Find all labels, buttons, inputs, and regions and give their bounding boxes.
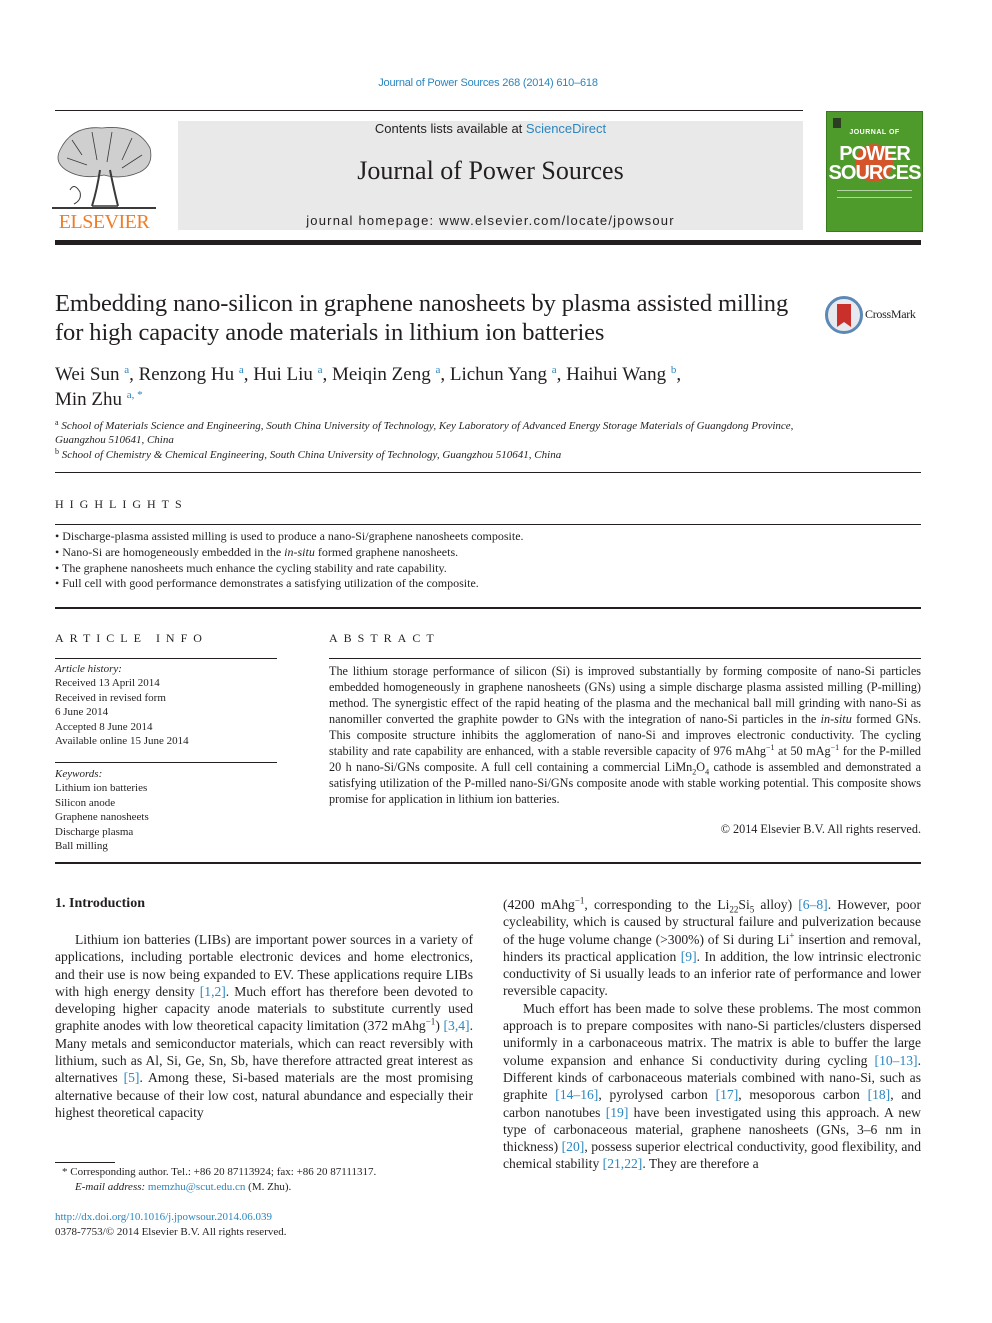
keywords-label: Keywords: <box>55 768 103 780</box>
paragraph: (4200 mAhg−1, corresponding to the Li22S… <box>503 895 922 999</box>
body-column-left: Lithium ion batteries (LIBs) are importa… <box>55 931 473 1121</box>
article-info-heading: ARTICLE INFO <box>55 631 208 645</box>
affiliation-b: b School of Chemistry & Chemical Enginee… <box>55 447 562 461</box>
keyword[interactable]: Discharge plasma <box>55 825 277 839</box>
cover-title-line2: SOURCES <box>828 162 922 184</box>
journal-cover[interactable]: JOURNAL OF POWER SOURCES <box>826 111 923 232</box>
author[interactable]: Lichun Yang a <box>450 364 557 385</box>
keyword[interactable]: Lithium ion batteries <box>55 781 277 795</box>
section-heading-introduction: 1. Introduction <box>55 896 145 911</box>
elsevier-wordmark: ELSEVIER <box>58 211 150 233</box>
abstract-text: The lithium storage performance of silic… <box>329 664 921 806</box>
journal-reference[interactable]: Journal of Power Sources 268 (2014) 610–… <box>0 77 976 89</box>
crossmark-badge[interactable]: CrossMark <box>825 295 925 335</box>
citation-link[interactable]: [19] <box>606 1105 629 1120</box>
journal-name: Journal of Power Sources <box>357 156 624 185</box>
citation-link[interactable]: [6–8] <box>798 897 827 912</box>
elsevier-tree-icon <box>52 127 156 209</box>
cover-title-line1: POWER <box>839 143 911 165</box>
journal-homepage[interactable]: journal homepage: www.elsevier.com/locat… <box>178 213 803 228</box>
author[interactable]: Wei Sun a <box>55 364 129 385</box>
author[interactable]: Haihui Wang b <box>566 364 676 385</box>
citation-link[interactable]: [21,22] <box>603 1156 643 1171</box>
history-entry: Received 13 April 2014 <box>55 677 160 690</box>
citation-link[interactable]: [10–13] <box>875 1053 918 1068</box>
keyword[interactable]: Silicon anode <box>55 796 277 810</box>
divider <box>55 658 277 659</box>
keyword[interactable]: Ball milling <box>55 839 277 853</box>
highlight-item: • Full cell with good performance demons… <box>55 576 479 591</box>
issn-line: 0378-7753/© 2014 Elsevier B.V. All right… <box>55 1226 287 1238</box>
article-title: Embedding nano-silicon in graphene nanos… <box>55 290 789 346</box>
header-top-rule <box>55 110 803 111</box>
header-bottom-rule <box>55 240 921 245</box>
crossmark-icon <box>825 296 863 334</box>
cover-emblem-icon <box>833 118 841 128</box>
body-column-right: (4200 mAhg−1, corresponding to the Li22S… <box>503 896 921 1173</box>
citation-link[interactable]: [18] <box>868 1087 891 1102</box>
divider <box>55 524 921 525</box>
citation-link[interactable]: [5] <box>124 1070 140 1085</box>
doi-block: http://dx.doi.org/10.1016/j.jpowsour.201… <box>55 1210 475 1240</box>
divider <box>55 762 277 763</box>
highlights-heading: HIGHLIGHTS <box>55 497 188 511</box>
cover-subtitle-lines <box>837 190 912 198</box>
history-entry: 6 June 2014 <box>55 706 109 719</box>
citation-link[interactable]: [20] <box>562 1139 585 1154</box>
keywords: Keywords: Lithium ion batteries Silicon … <box>55 767 277 853</box>
highlights-list: • Discharge-plasma assisted milling is u… <box>55 529 915 592</box>
article-history: Article history: Received 13 April 2014 … <box>55 662 277 748</box>
divider <box>329 658 921 659</box>
citation-link[interactable]: [14–16] <box>555 1087 598 1102</box>
highlight-item: • Discharge-plasma assisted milling is u… <box>55 529 524 543</box>
doi-link[interactable]: http://dx.doi.org/10.1016/j.jpowsour.201… <box>55 1211 272 1223</box>
contents-line: Contents lists available at ScienceDirec… <box>178 121 803 136</box>
affiliation-a: a School of Materials Science and Engine… <box>55 418 794 446</box>
highlight-item: • The graphene nanosheets much enhance t… <box>55 560 447 575</box>
abstract-heading: ABSTRACT <box>329 631 440 645</box>
sciencedirect-link[interactable]: ScienceDirect <box>526 121 606 136</box>
divider <box>55 472 921 473</box>
abstract-copyright: © 2014 Elsevier B.V. All rights reserved… <box>720 822 921 836</box>
author[interactable]: Meiqin Zeng a <box>332 364 440 385</box>
citation-link[interactable]: [1,2] <box>200 984 226 999</box>
highlight-item: • Nano-Si are homogeneously embedded in … <box>55 544 459 559</box>
history-entry: Available online 15 June 2014 <box>55 735 189 748</box>
paragraph: Lithium ion batteries (LIBs) are importa… <box>55 932 473 1120</box>
footnote-rule <box>55 1162 115 1163</box>
author-list: Wei Sun a, Renzong Hu a, Hui Liu a, Meiq… <box>55 364 682 410</box>
crossmark-label: CrossMark <box>865 307 916 321</box>
citation-link[interactable]: [9] <box>681 949 697 964</box>
contents-prefix: Contents lists available at <box>374 121 526 136</box>
divider <box>55 862 921 864</box>
author[interactable]: Hui Liu a <box>253 364 322 385</box>
paragraph: Much effort has been made to solve these… <box>503 1000 921 1172</box>
keyword[interactable]: Graphene nanosheets <box>55 810 277 824</box>
history-entry: Received in revised form <box>55 691 166 704</box>
history-entry: Accepted 8 June 2014 <box>55 720 153 733</box>
citation-link[interactable]: [3,4] <box>444 1018 470 1033</box>
divider <box>55 607 921 609</box>
article-history-label: Article history: <box>55 663 122 675</box>
cover-top-text: JOURNAL OF <box>849 129 900 136</box>
corresponding-author-footnote: * Corresponding author. Tel.: +86 20 871… <box>62 1166 377 1193</box>
email-link[interactable]: memzhu@scut.edu.cn <box>148 1181 246 1193</box>
author[interactable]: Renzong Hu a <box>139 364 244 385</box>
citation-link[interactable]: [17] <box>716 1087 739 1102</box>
elsevier-logo[interactable]: ELSEVIER <box>52 120 156 234</box>
author[interactable]: Min Zhu a, * <box>55 389 143 410</box>
